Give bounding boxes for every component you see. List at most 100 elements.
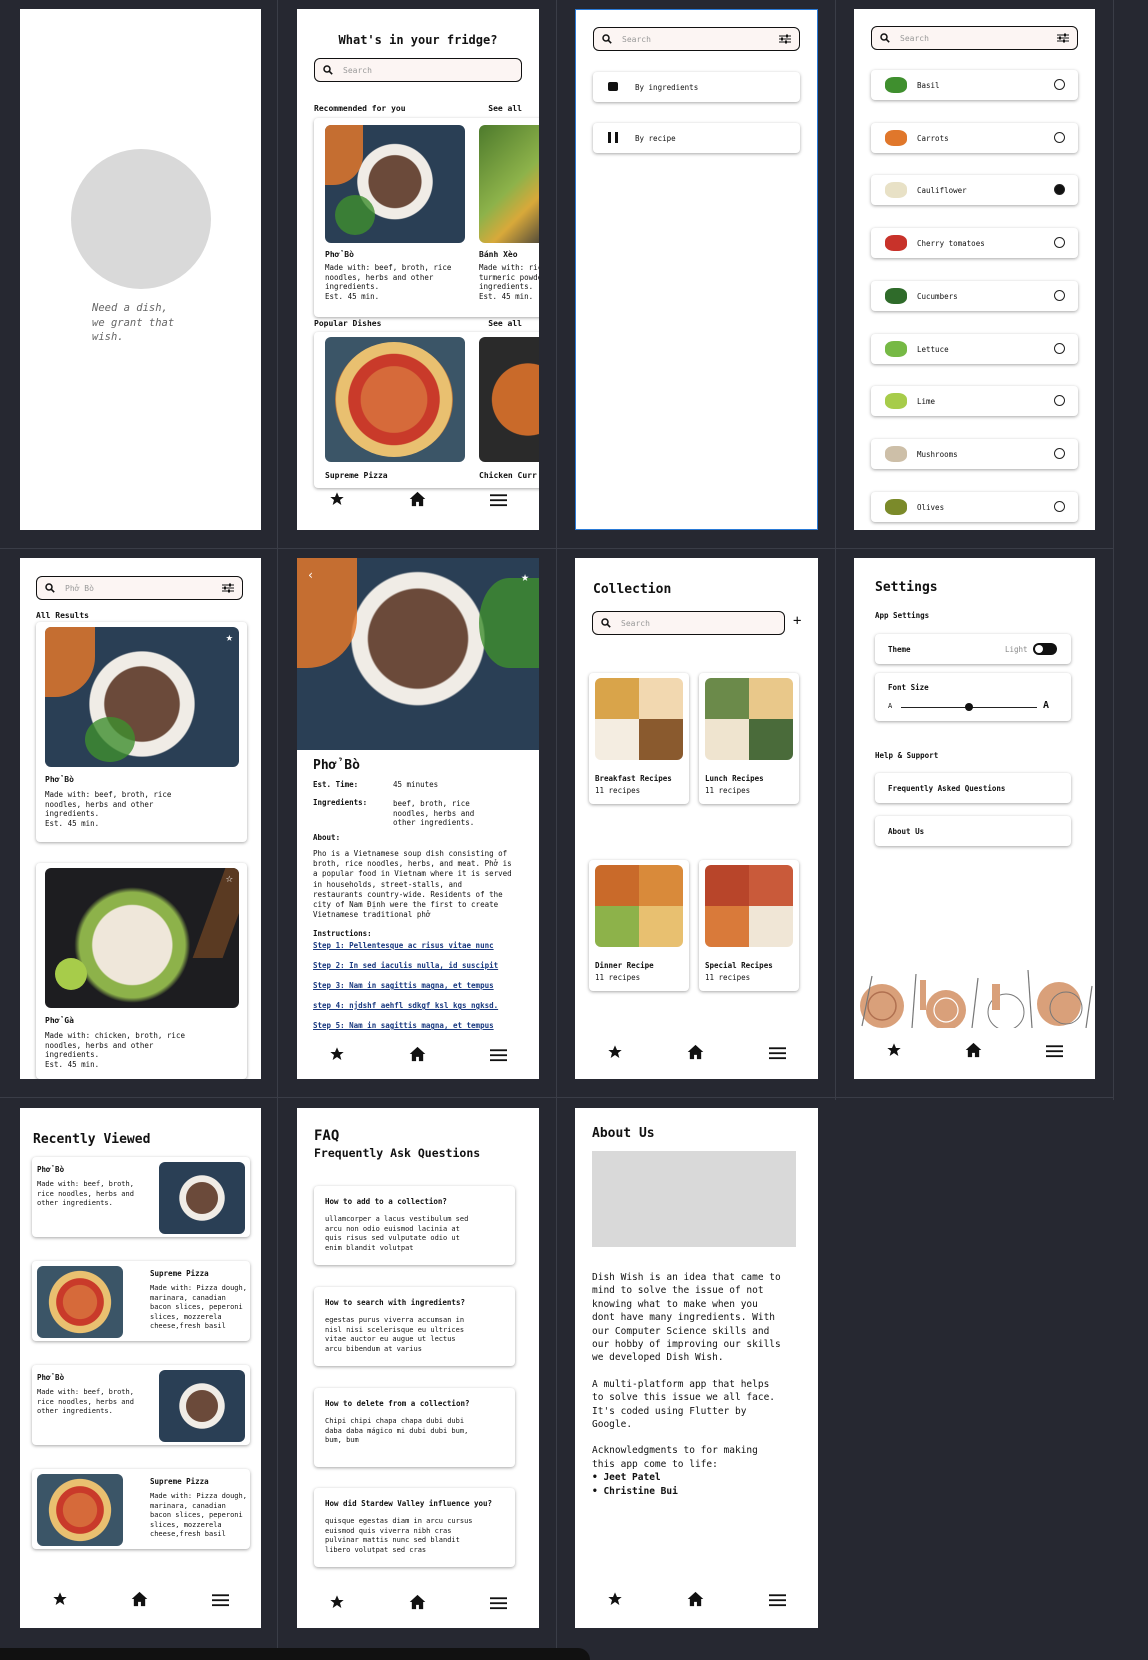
ingredient-radio[interactable] [1054,131,1065,143]
result-card[interactable]: ☆ Phở Gà Made with: chicken, broth, rice… [36,863,247,1079]
pho-bo-photo[interactable] [325,125,465,243]
ingredient-item[interactable]: Carrots [871,122,1078,153]
instruction-step[interactable]: Step 3: Nam in sagittis magna, et tempus [313,981,494,990]
faq-question: How to add to a collection? [325,1197,447,1206]
recommended-see-all-link[interactable]: See all [488,104,522,114]
home-icon[interactable] [131,1591,148,1611]
instruction-step[interactable]: Step 1: Pellentesque ac risus vitae nunc [313,941,494,950]
add-collection-button[interactable]: + [793,613,801,629]
ingredient-item[interactable]: Cauliflower [871,175,1078,206]
menu-icon[interactable] [768,1045,786,1064]
ingredient-item[interactable]: Lime [871,386,1078,417]
collection-screen: Collection Search + Breakfast Recipes 11… [575,558,818,1079]
faq-item[interactable]: How to search with ingredients? egestas p… [314,1287,515,1366]
faq-item[interactable]: How to delete from a collection? Chipi ch… [314,1388,515,1467]
ingredient-item[interactable]: Cucumbers [871,280,1078,311]
ingredient-radio[interactable] [1054,79,1065,90]
instruction-step[interactable]: Step 5: Nam in sagittis magna, et tempus [313,1021,494,1030]
ingredient-radio[interactable] [1054,237,1065,249]
menu-icon[interactable] [212,1592,230,1611]
chicken-curry-photo[interactable] [479,337,539,462]
ingredient-radio[interactable] [1054,395,1065,407]
faq-item[interactable]: How to add to a collection? ullamcorper a… [314,1186,515,1265]
faq-question: How to delete from a collection? [325,1399,470,1408]
home-icon[interactable] [965,1042,982,1062]
ingredient-radio[interactable] [1054,342,1065,354]
collection-card[interactable]: Lunch Recipes 11 recipes [699,673,799,804]
faq-answer: Chipi chipi chapa chapa dubi dubi daba da… [325,1417,469,1444]
filter-icon[interactable] [222,583,234,593]
filter-icon[interactable] [1057,33,1069,43]
ingredient-item[interactable]: Basil [871,70,1078,100]
search-input[interactable]: Phở Bò [36,576,243,600]
page-subtitle: Frequently Ask Questions [314,1146,481,1160]
theme-toggle[interactable] [1033,643,1057,655]
ingredient-item[interactable]: Mushrooms [871,438,1078,469]
by-ingredients-option[interactable]: By ingredients [593,72,800,102]
menu-icon[interactable] [490,1595,507,1614]
menu-icon[interactable] [490,492,507,511]
ingredient-radio[interactable] [1054,289,1065,301]
menu-icon[interactable] [768,1592,786,1611]
menu-icon[interactable] [490,1047,507,1066]
supreme-pizza-photo[interactable] [325,337,465,462]
about-screen: About Us Dish Wish is an idea that came … [575,1108,818,1628]
faq-link[interactable]: Frequently Asked Questions [875,773,1071,803]
special-collage [705,865,793,947]
popular-see-all-link[interactable]: See all [488,319,522,329]
recent-item-desc: Made with: Pizza dough, marinara, canadia… [150,1492,247,1538]
recent-item-desc: Made with: beef, broth, rice noodles, her… [37,1180,134,1207]
faq-item[interactable]: How did Stardew Valley influence you? qui… [314,1488,515,1567]
recommended-name-1: Bánh Xèo [479,250,518,259]
result-card[interactable]: ★ Phở Bò Made with: beef, broth, rice noo… [36,622,247,842]
star-icon[interactable] [886,1042,902,1062]
star-icon[interactable] [607,1044,623,1064]
recent-item[interactable]: Supreme Pizza Made with: Pizza dough, mari… [32,1261,250,1341]
ingredient-radio[interactable] [1054,184,1065,196]
home-icon[interactable] [687,1044,704,1064]
search-input[interactable]: Search [593,27,800,51]
search-input[interactable]: Search [314,58,522,82]
star-icon[interactable] [607,1591,623,1611]
ingredient-name: Lime [917,397,936,407]
page-title: Settings [875,580,938,595]
ingredient-item[interactable]: Olives [871,491,1078,522]
menu-icon[interactable] [1046,1043,1064,1062]
home-icon[interactable] [409,1046,426,1066]
ingredient-item[interactable]: Lettuce [871,333,1078,364]
search-input[interactable]: Search [592,611,785,635]
about-link[interactable]: About Us [875,816,1071,846]
instruction-step[interactable]: step 4: njdshf aehfl sdkgf ksl kgs ngksd… [313,1001,498,1010]
faq-answer: ullamcorper a lacus vestibulum sed arcu n… [325,1215,469,1252]
recent-item[interactable]: Supreme Pizza Made with: Pizza dough, mari… [32,1469,250,1549]
font-size-slider-thumb[interactable] [965,703,973,711]
collection-card[interactable]: Dinner Recipe 11 recipes [589,860,689,991]
instruction-step[interactable]: Step 2: In sed iaculis nulla, id suscipi… [313,961,498,970]
ingredient-name: Lettuce [917,344,949,354]
ingredient-item[interactable]: Cherry tomatoes [871,228,1078,259]
home-icon[interactable] [409,491,426,511]
favorite-star-icon[interactable]: ★ [521,570,529,585]
search-input[interactable]: Search [871,26,1078,50]
ingredient-name: Olives [917,502,945,512]
filter-icon[interactable] [779,34,791,44]
ingredient-radio[interactable] [1054,447,1065,459]
by-recipe-option[interactable]: By recipe [593,123,800,153]
back-icon[interactable]: ‹ [307,568,314,582]
favorite-star-icon[interactable]: ☆ [226,871,233,885]
star-icon[interactable] [329,1594,345,1614]
star-icon[interactable] [329,491,345,511]
recent-item[interactable]: Phở Bò Made with: beef, broth, rice noodle… [32,1157,250,1237]
favorite-star-icon[interactable]: ★ [226,630,233,644]
banh-xeo-photo[interactable] [479,125,539,243]
ingredient-radio[interactable] [1054,500,1065,512]
ingredient-name: Cucumbers [917,291,958,301]
collection-card[interactable]: Special Recipes 11 recipes [699,860,799,991]
star-icon[interactable] [329,1046,345,1066]
collection-card[interactable]: Breakfast Recipes 11 recipes [589,673,689,804]
recent-item[interactable]: Phở Bò Made with: beef, broth, rice noodle… [32,1365,250,1445]
results-screen: Phở Bò All Results ★ Phở Bò Made with: b… [20,558,261,1079]
star-icon[interactable] [52,1591,68,1611]
home-icon[interactable] [409,1594,426,1614]
home-icon[interactable] [687,1591,704,1611]
